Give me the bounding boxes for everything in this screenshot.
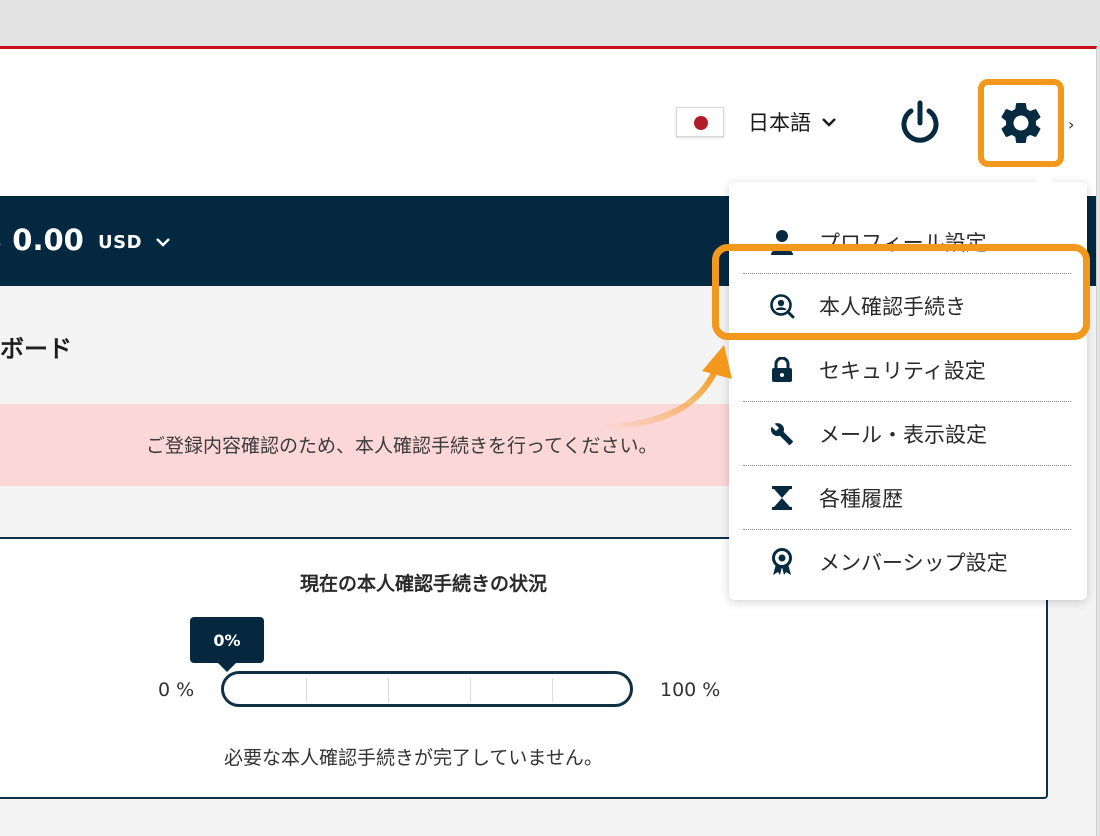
language-selector[interactable]: 日本語 <box>676 107 837 137</box>
chevron-down-icon <box>821 116 837 128</box>
page-title: ボード <box>0 335 72 363</box>
progress-tick <box>306 678 307 702</box>
japan-flag-icon <box>676 107 724 137</box>
pointer-arrow-icon <box>601 345 732 430</box>
top-header: 日本語 › <box>0 49 1096 196</box>
settings-gear-button[interactable] <box>978 79 1064 167</box>
account-balance: $ 0.00 <box>0 223 84 257</box>
progress-bar <box>221 671 633 707</box>
status-message: 必要な本人確認手続きが完了していません。 <box>224 747 603 769</box>
gear-icon <box>1001 102 1041 143</box>
menu-item-membership-settings[interactable]: メンバーシップ設定 <box>743 530 1071 594</box>
power-icon <box>901 100 939 143</box>
progress-tick <box>552 678 553 702</box>
language-label: 日本語 <box>748 111 811 135</box>
menu-item-label: 本人確認手続き <box>819 294 966 319</box>
menu-item-label: メンバーシップ設定 <box>819 551 1008 575</box>
award-icon <box>767 547 797 577</box>
hourglass-icon <box>767 483 797 513</box>
wrench-icon <box>767 419 797 449</box>
progress-tooltip: 0% <box>190 617 264 672</box>
menu-item-label: セキュリティ設定 <box>819 358 986 383</box>
menu-item-identity-verification[interactable]: 本人確認手続き <box>743 274 1071 338</box>
menu-item-security-settings[interactable]: セキュリティ設定 <box>743 338 1071 402</box>
progress-min-label: 0 % <box>158 679 195 701</box>
menu-item-label: プロフィール設定 <box>819 230 987 255</box>
app-frame: 日本語 › $ 0.00 USD ボード ご登録内容確認のため、本人確認手続きを… <box>0 46 1097 836</box>
menu-item-label: 各種履歴 <box>819 486 903 511</box>
progress-tick <box>388 678 389 702</box>
lock-icon <box>767 355 797 385</box>
menu-item-label: メール・表示設定 <box>819 422 987 447</box>
menu-item-profile-settings[interactable]: プロフィール設定 <box>743 210 1071 274</box>
chevron-down-icon[interactable] <box>155 233 171 252</box>
menu-item-mail-display-settings[interactable]: メール・表示設定 <box>743 402 1071 466</box>
logout-power-button[interactable] <box>896 99 944 147</box>
notice-text: ご登録内容確認のため、本人確認手続きを行ってください。 <box>146 435 658 457</box>
progress-max-label: 100 % <box>660 679 721 701</box>
user-icon <box>767 227 797 257</box>
status-title: 現在の本人確認手続きの状況 <box>300 573 548 595</box>
progress-tick <box>470 678 471 702</box>
currency-selector[interactable]: USD <box>98 232 142 253</box>
identity-icon <box>767 291 797 321</box>
menu-item-history[interactable]: 各種履歴 <box>743 466 1071 530</box>
settings-dropdown-menu: プロフィール設定 本人確認手続き セキュリティ設定 メール・表示設定 各種履歴 <box>729 172 1087 600</box>
gear-menu-caret-icon: › <box>1068 115 1075 134</box>
